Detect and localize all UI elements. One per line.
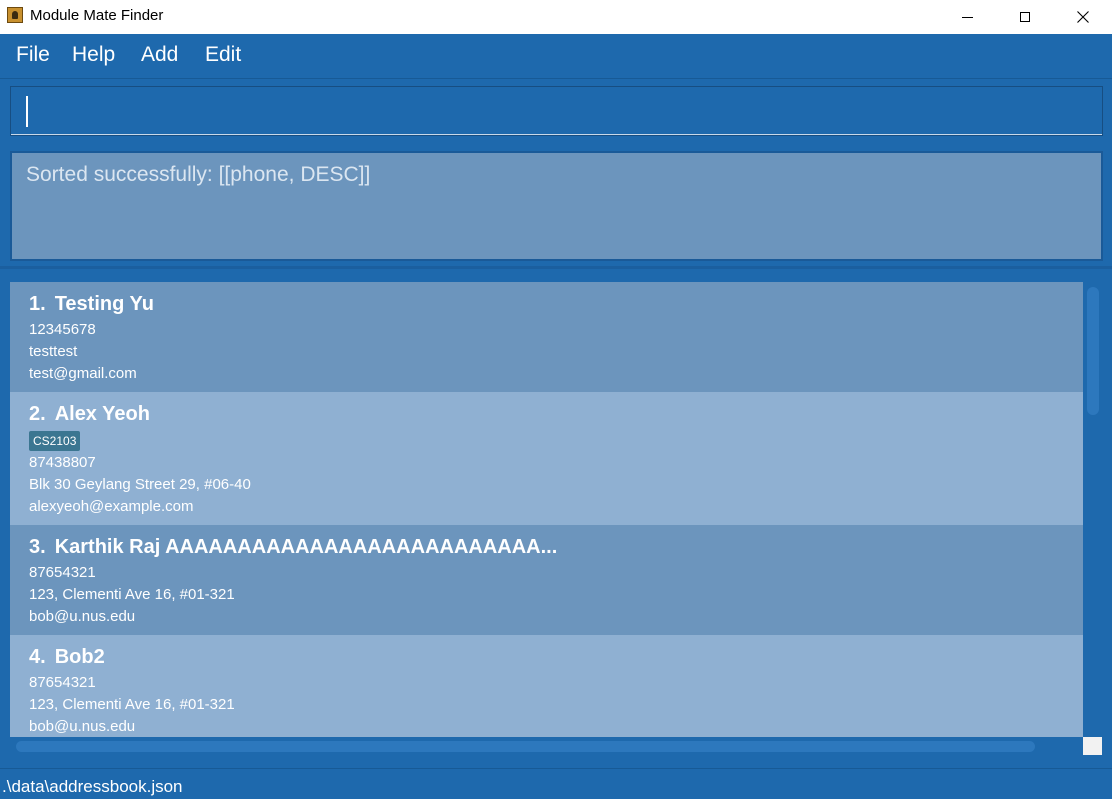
- person-email: test@gmail.com: [29, 365, 137, 382]
- person-tags: CS2103: [29, 429, 1083, 452]
- menu-add[interactable]: Add: [141, 43, 178, 67]
- person-index: 2.: [29, 403, 46, 425]
- person-card[interactable]: 3. Karthik Raj AAAAAAAAAAAAAAAAAAAAAAAAAA…: [10, 525, 1083, 635]
- person-name-row: 3. Karthik Raj AAAAAAAAAAAAAAAAAAAAAAAAAA…: [29, 534, 1083, 562]
- person-phone: 12345678: [29, 321, 96, 338]
- result-display[interactable]: Sorted successfully: [[phone, DESC]]: [10, 151, 1103, 261]
- person-card[interactable]: 2. Alex Yeoh CS2103 87438807 Blk 30 Geyla…: [10, 392, 1083, 611]
- menu-bar: File Help Add Edit: [0, 34, 1112, 79]
- horizontal-scroll-thumb[interactable]: [16, 741, 1035, 752]
- person-index: 1.: [29, 293, 46, 315]
- command-box: [10, 86, 1103, 136]
- person-card[interactable]: 4. Bob2 87654321 123, Clementi Ave 16, #0…: [10, 635, 1083, 737]
- vertical-scroll-thumb[interactable]: [1087, 287, 1099, 415]
- result-message: Sorted successfully: [[phone, DESC]]: [26, 163, 371, 186]
- person-name: Karthik Raj AAAAAAAAAAAAAAAAAAAAAAAAAA..…: [54, 536, 558, 558]
- minimize-icon: [961, 16, 973, 18]
- person-name-row: 4. Bob2: [29, 644, 1083, 672]
- divider: [0, 266, 1112, 269]
- menu-help[interactable]: Help: [72, 43, 115, 67]
- menu-file[interactable]: File: [16, 43, 50, 67]
- person-name-row: 1. Testing Yu: [29, 291, 1083, 319]
- scrollbar-corner: [1083, 737, 1102, 755]
- person-index: 4.: [29, 646, 46, 668]
- person-email: bob@u.nus.edu: [29, 608, 136, 625]
- close-icon: [1077, 11, 1089, 23]
- person-index: 3.: [29, 536, 46, 558]
- person-address: 123, Clementi Ave 16, #01-321: [29, 696, 235, 713]
- app-icon: [7, 7, 23, 23]
- minimize-button[interactable]: [938, 0, 996, 34]
- window-title: Module Mate Finder: [30, 7, 164, 24]
- save-location: .\data\addressbook.json: [2, 777, 183, 796]
- person-list[interactable]: 1. Testing Yu 12345678 testtest test@gmai…: [10, 282, 1102, 755]
- person-phone: 87438807: [29, 454, 96, 471]
- close-button[interactable]: [1054, 0, 1112, 34]
- person-address: 123, Clementi Ave 16, #01-321: [29, 586, 235, 603]
- person-name: Bob2: [54, 646, 105, 668]
- vertical-scrollbar[interactable]: [1083, 282, 1102, 737]
- person-address: Blk 30 Geylang Street 29, #06-40: [29, 476, 251, 493]
- title-bar: Module Mate Finder: [0, 0, 1112, 34]
- person-list-viewport: 1. Testing Yu 12345678 testtest test@gmai…: [10, 282, 1083, 737]
- horizontal-scrollbar[interactable]: [10, 737, 1083, 755]
- person-name-row: 2. Alex Yeoh: [29, 401, 1083, 429]
- person-card[interactable]: 1. Testing Yu 12345678 testtest test@gmai…: [10, 282, 1083, 392]
- status-bar: .\data\addressbook.json: [0, 768, 1112, 799]
- menu-edit[interactable]: Edit: [205, 43, 241, 67]
- person-phone: 87654321: [29, 674, 96, 691]
- person-email: bob@u.nus.edu: [29, 718, 136, 735]
- person-address: testtest: [29, 343, 78, 360]
- text-caret: [26, 96, 28, 127]
- person-email: alexyeoh@example.com: [29, 498, 194, 515]
- maximize-icon: [1020, 12, 1030, 22]
- module-tag: CS2103: [29, 431, 81, 451]
- person-name: Testing Yu: [54, 293, 154, 315]
- command-input[interactable]: [17, 93, 1096, 131]
- person-name: Alex Yeoh: [54, 403, 150, 425]
- maximize-button[interactable]: [996, 0, 1054, 34]
- person-phone: 87654321: [29, 564, 96, 581]
